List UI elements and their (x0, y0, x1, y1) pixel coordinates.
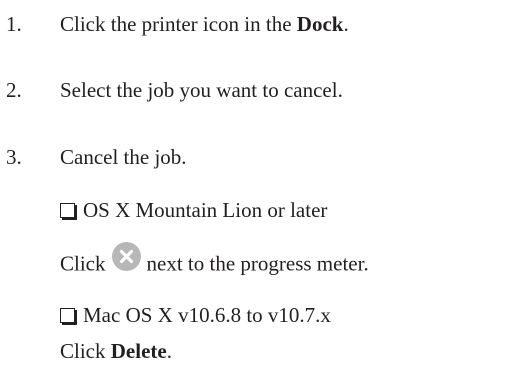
option-mountain-lion: OS X Mountain Lion or later (60, 198, 327, 222)
checkbox-bullet-icon (60, 203, 75, 218)
checkbox-bullet-icon (60, 308, 75, 323)
delete-label: Delete (110, 339, 167, 363)
option-mountain-lion-label: OS X Mountain Lion or later (83, 198, 328, 222)
cancel-x-circle-icon (111, 242, 141, 271)
option-snow-leopard-lion-label: Mac OS X v10.6.8 to v10.7.x (83, 303, 331, 327)
option-snow-leopard-lion-instruction-before: Click (60, 339, 111, 363)
step-1-text-after: . (343, 12, 349, 36)
option-snow-leopard-lion: Mac OS X v10.6.8 to v10.7.x (60, 303, 331, 327)
step-1-number: 1. (6, 12, 22, 36)
option-mountain-lion-instruction-before: Click (60, 251, 106, 276)
step-1-text: Click the printer icon in the Dock. (60, 12, 349, 36)
step-1-text-before: Click the printer icon in the (60, 12, 297, 36)
step-3-number: 3. (6, 145, 22, 169)
option-mountain-lion-instruction-after: next to the progress meter. (146, 251, 369, 276)
dock-label: Dock (296, 12, 344, 36)
step-3-text: Cancel the job. (60, 145, 187, 169)
option-mountain-lion-instruction: Click next to the progress meter. (60, 242, 369, 280)
step-2-text: Select the job you want to cancel. (60, 78, 343, 102)
option-snow-leopard-lion-instruction-after: . (166, 339, 172, 363)
step-2-number: 2. (6, 78, 22, 102)
option-snow-leopard-lion-instruction: Click Delete. (60, 339, 172, 363)
